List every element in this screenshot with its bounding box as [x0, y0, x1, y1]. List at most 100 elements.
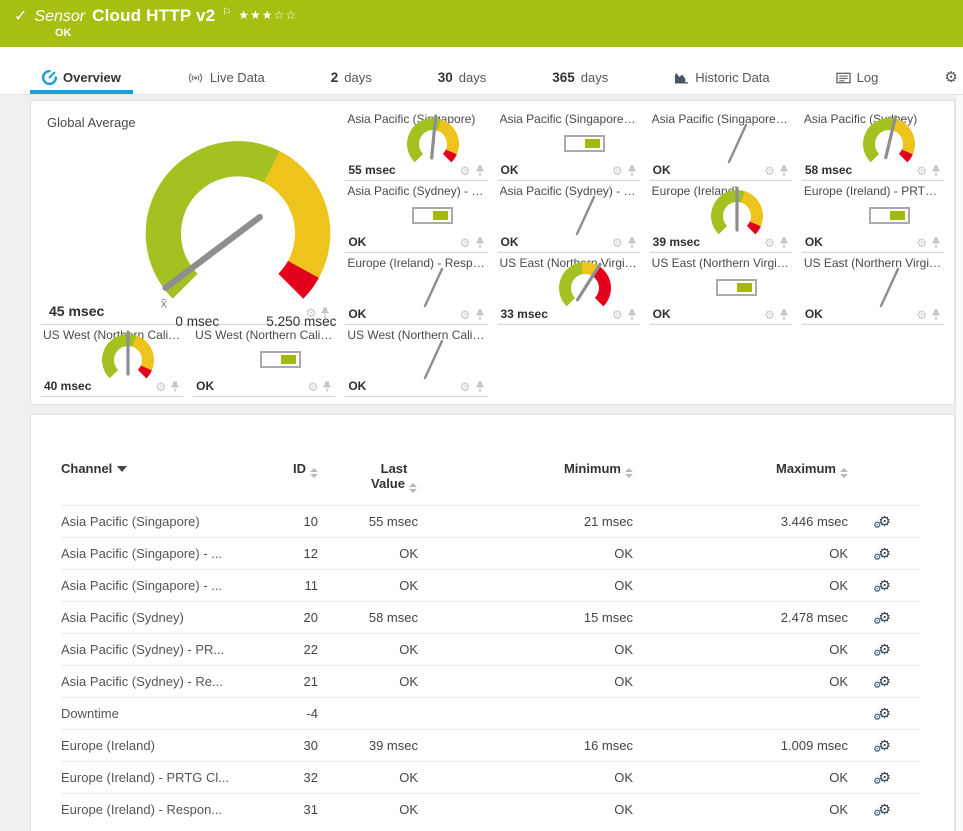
cell-channel[interactable]: Europe (Ireland) - Respon... [61, 793, 246, 825]
pin-icon[interactable] [627, 309, 637, 321]
edit-channel-icon[interactable]: ⚙ ⚙ [873, 738, 891, 754]
gauge-viz [552, 114, 618, 172]
gear-icon[interactable]: ⚙ [612, 309, 623, 321]
gauge-viz [552, 258, 618, 316]
cell-channel[interactable]: Asia Pacific (Singapore) - ... [61, 569, 246, 602]
col-header-id[interactable]: ID [246, 457, 326, 506]
gauges-panel: Global Average 0 msec 5.250 msec x̄ 45 mse… [30, 100, 955, 405]
gear-icon[interactable]: ⚙ [308, 381, 319, 393]
gear-icon[interactable]: ⚙ [155, 381, 166, 393]
pin-icon[interactable] [931, 237, 941, 249]
cell-channel[interactable]: Asia Pacific (Singapore) [61, 505, 246, 538]
edit-channel-icon[interactable]: ⚙ ⚙ [873, 642, 891, 658]
channel-gauge-cell[interactable]: Asia Pacific (Singapore) - PR... OK ⚙ [497, 109, 640, 181]
channel-value: 40 msec [44, 379, 92, 393]
col-header-last-value[interactable]: Last Value [326, 457, 426, 506]
sensor-category-label: Sensor [34, 8, 86, 25]
pin-icon[interactable] [475, 165, 485, 177]
cell-channel[interactable]: Asia Pacific (Singapore) - ... [61, 537, 246, 570]
channel-gauge-cell[interactable]: Europe (Ireland) - PRTG Cloud... OK ⚙ [801, 181, 944, 253]
edit-channel-icon[interactable]: ⚙ ⚙ [873, 578, 891, 594]
gauge-viz [95, 330, 161, 388]
edit-channel-icon[interactable]: ⚙ ⚙ [873, 610, 891, 626]
flag-icon[interactable]: ⚐ [222, 7, 231, 18]
col-header-maximum[interactable]: Maximum [641, 457, 856, 506]
gear-icon[interactable]: ⚙ [764, 309, 775, 321]
edit-channel-icon[interactable]: ⚙ ⚙ [873, 770, 891, 786]
check-icon: ✓ [14, 8, 28, 25]
gear-icon[interactable]: ⚙ [460, 381, 471, 393]
broadcast-icon [188, 72, 202, 83]
channel-gauge-cell[interactable]: US East (Northern Virginia) - ... OK ⚙ [649, 253, 792, 325]
edit-channel-icon[interactable]: ⚙ ⚙ [873, 706, 891, 722]
priority-stars[interactable]: ★★★☆☆ [238, 8, 297, 22]
channel-table-panel: Channel ID Last Value Minimum Maximum As… [30, 414, 955, 831]
cell-channel[interactable]: Downtime [61, 697, 246, 730]
tab-365-days[interactable]: 365 days [540, 70, 620, 94]
edit-channel-icon[interactable]: ⚙ ⚙ [873, 546, 891, 562]
col-header-minimum[interactable]: Minimum [426, 457, 641, 506]
channel-gauge-cell[interactable]: US West (Northern California) 40 msec ⚙ [41, 325, 184, 397]
gear-icon[interactable]: ⚙ [460, 309, 471, 321]
pin-icon[interactable] [627, 165, 637, 177]
pin-icon[interactable] [475, 381, 485, 393]
tab-30-days[interactable]: 30 days [426, 70, 499, 94]
channel-gauge-cell[interactable]: Europe (Ireland) - Response C... OK ⚙ [345, 253, 488, 325]
channel-gauge-cell[interactable]: US West (Northern California)... OK ⚙ [345, 325, 488, 397]
pin-icon[interactable] [779, 237, 789, 249]
gear-icon[interactable]: ⚙ [612, 237, 623, 249]
edit-channel-icon[interactable]: ⚙ ⚙ [873, 674, 891, 690]
pin-icon[interactable] [931, 309, 941, 321]
tab-2-days[interactable]: 2 days [319, 70, 384, 94]
scrollbar-track[interactable] [955, 95, 963, 831]
tab-settings[interactable]: ⚙ Settings [932, 70, 963, 94]
pin-icon[interactable] [931, 165, 941, 177]
gear-icon[interactable]: ⚙ [306, 307, 317, 319]
gear-icon: ⚙ [944, 69, 958, 86]
gear-icon[interactable]: ⚙ [916, 309, 927, 321]
pin-icon[interactable] [475, 309, 485, 321]
pin-icon[interactable] [320, 307, 330, 319]
pin-icon[interactable] [170, 381, 180, 393]
tab-live-data[interactable]: Live Data [175, 70, 277, 94]
gear-icon[interactable]: ⚙ [764, 165, 775, 177]
gear-icon[interactable]: ⚙ [612, 165, 623, 177]
channel-gauge-cell[interactable]: US West (Northern California)... OK ⚙ [193, 325, 336, 397]
cell-channel[interactable]: Asia Pacific (Sydney) - PR... [61, 633, 246, 666]
channel-gauge-cell[interactable]: Asia Pacific (Sydney) - Respo... OK ⚙ [497, 181, 640, 253]
pin-icon[interactable] [627, 237, 637, 249]
channel-gauge-cell[interactable]: Asia Pacific (Sydney) 58 msec ⚙ [801, 109, 944, 181]
channel-value: OK [500, 235, 519, 249]
gear-icon[interactable]: ⚙ [916, 237, 927, 249]
gear-icon[interactable]: ⚙ [460, 237, 471, 249]
gear-icon[interactable]: ⚙ [460, 165, 471, 177]
gear-icon[interactable]: ⚙ [764, 237, 775, 249]
channel-gauge-cell[interactable]: US East (Northern Virginia) - ... OK ⚙ [801, 253, 944, 325]
area-chart-icon [675, 73, 689, 84]
channel-gauge-cell[interactable]: Asia Pacific (Singapore) - Res... OK ⚙ [649, 109, 792, 181]
cell-last-value: OK [326, 761, 426, 794]
tab-log[interactable]: Log [824, 70, 891, 94]
pin-icon[interactable] [322, 381, 332, 393]
cell-channel[interactable]: Europe (Ireland) [61, 729, 246, 762]
tab-overview[interactable]: Overview [30, 70, 133, 94]
pin-icon[interactable] [779, 309, 789, 321]
pin-icon[interactable] [475, 237, 485, 249]
tab-historic-data[interactable]: Historic Data [662, 70, 781, 94]
col-header-channel[interactable]: Channel [61, 457, 246, 506]
channel-gauge-cell[interactable]: US East (Northern Virginia) 33 msec ⚙ [497, 253, 640, 325]
edit-channel-icon[interactable]: ⚙ ⚙ [873, 802, 891, 818]
channel-gauge-cell[interactable]: Asia Pacific (Singapore) 55 msec ⚙ [345, 109, 488, 181]
log-icon [835, 72, 851, 83]
cell-channel[interactable]: Asia Pacific (Sydney) - Re... [61, 665, 246, 698]
cell-channel[interactable]: Europe (Ireland) - PRTG Cl... [61, 761, 246, 794]
channel-gauge-cell[interactable]: Asia Pacific (Sydney) - PRTG ... OK ⚙ [345, 181, 488, 253]
pin-icon[interactable] [779, 165, 789, 177]
cell-last-value: 39 msec [326, 729, 426, 762]
cell-maximum [641, 697, 856, 730]
edit-channel-icon[interactable]: ⚙ ⚙ [873, 514, 891, 530]
gear-icon[interactable]: ⚙ [916, 165, 927, 177]
cell-channel[interactable]: Asia Pacific (Sydney) [61, 601, 246, 634]
global-average-cell[interactable]: Global Average 0 msec 5.250 msec x̄ 45 mse… [41, 109, 337, 329]
channel-gauge-cell[interactable]: Europe (Ireland) 39 msec ⚙ [649, 181, 792, 253]
